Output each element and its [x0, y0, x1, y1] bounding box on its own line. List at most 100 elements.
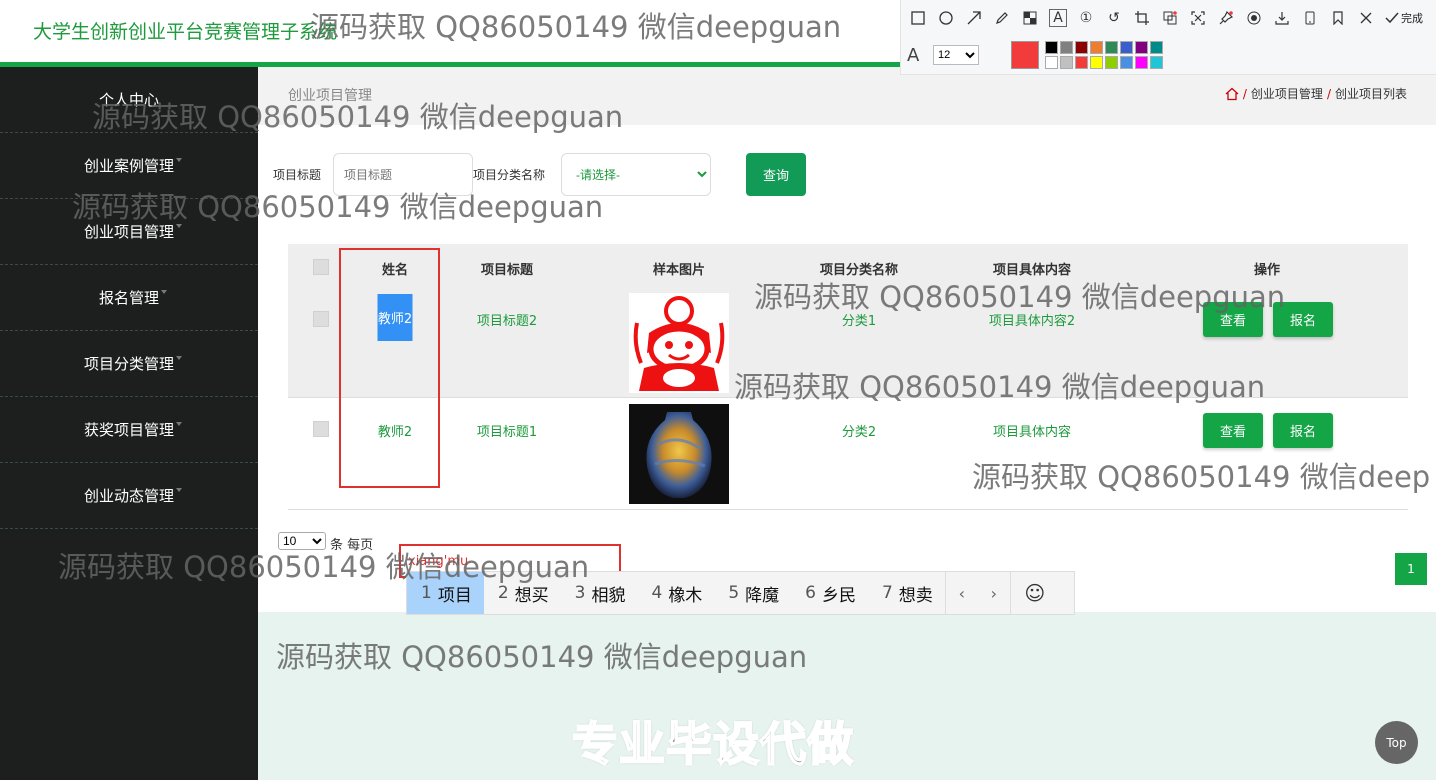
done-button[interactable]: 完成	[1385, 10, 1423, 26]
watermark-text: 源码获取 QQ86050149 微信deepguan	[58, 550, 590, 584]
download-icon[interactable]	[1273, 9, 1291, 27]
color-swatch[interactable]	[1060, 56, 1073, 69]
ime-candidate[interactable]: 6 乡民	[791, 572, 868, 614]
watermark-text: 源码获取 QQ86050149 微信deep	[972, 460, 1431, 494]
breadcrumb-item[interactable]: 创业项目管理	[1251, 85, 1323, 102]
text-tool-icon[interactable]: A	[1049, 9, 1067, 27]
row-checkbox[interactable]	[313, 311, 329, 327]
column-header: 项目标题	[480, 263, 534, 278]
crop-tool-icon[interactable]	[1133, 9, 1151, 27]
font-icon: A	[907, 44, 920, 66]
breadcrumb: / 创业项目管理 / 创业项目列表	[1225, 85, 1407, 102]
number-marker-tool-icon[interactable]: ①	[1077, 9, 1095, 27]
toolbar-tools: A ① ↺ 完成	[909, 9, 1423, 27]
ocr-tool-icon[interactable]	[1161, 9, 1179, 27]
cell-title: 项目标题2	[476, 314, 538, 329]
color-swatch[interactable]	[1150, 56, 1163, 69]
candidate-number: 6	[805, 583, 816, 603]
color-palette	[1045, 41, 1163, 69]
sidebar-item-category-management[interactable]: 项目分类管理	[0, 331, 258, 397]
bookmark-icon[interactable]	[1329, 9, 1347, 27]
color-swatch[interactable]	[1105, 41, 1118, 54]
page-number-button[interactable]: 1	[1395, 553, 1427, 585]
watermark-text: 源码获取 QQ86050149 微信deepguan	[92, 100, 624, 134]
annotation-rectangle[interactable]	[339, 248, 440, 488]
scan-tool-icon[interactable]	[1189, 9, 1207, 27]
candidate-number: 4	[651, 583, 663, 603]
close-icon[interactable]	[1357, 9, 1375, 27]
caret-down-icon	[176, 422, 182, 426]
candidate-text: 相貌	[591, 585, 626, 606]
search-category-label: 项目分类名称	[473, 168, 546, 182]
back-to-top-button[interactable]: Top	[1375, 721, 1418, 764]
color-swatch[interactable]	[1135, 41, 1148, 54]
column-header: 样本图片	[652, 263, 706, 278]
ime-candidate[interactable]: 7 想卖	[868, 572, 945, 614]
query-button[interactable]: 查询	[746, 153, 806, 196]
ime-candidate[interactable]: 4 橡木	[637, 572, 714, 614]
candidate-number: 2	[497, 583, 509, 603]
sidebar-item-signup-management[interactable]: 报名管理	[0, 265, 258, 331]
breadcrumb-separator: /	[1326, 86, 1331, 101]
undo-icon[interactable]: ↺	[1105, 9, 1123, 27]
row-checkbox[interactable]	[313, 421, 329, 437]
sidebar-item-label: 报名管理	[98, 289, 159, 307]
rectangle-tool-icon[interactable]	[909, 9, 927, 27]
ime-candidate[interactable]: 5 降魔	[714, 572, 791, 614]
watermark-text: 源码获取 QQ86050149 微信deepguan	[276, 640, 808, 674]
candidate-number: 1	[421, 583, 432, 603]
font-size-select[interactable]: 12	[933, 45, 979, 65]
check-icon	[1385, 12, 1399, 24]
candidate-text: 乡民	[821, 585, 856, 606]
phone-send-icon[interactable]	[1301, 9, 1319, 27]
main-content: 创业项目管理 / 创业项目管理 / 创业项目列表 项目标题 项目分类名称 -请选…	[258, 67, 1436, 612]
ellipse-tool-icon[interactable]	[937, 9, 955, 27]
sidebar-item-label: 创业案例管理	[83, 157, 174, 175]
color-swatch[interactable]	[1075, 56, 1088, 69]
ime-emoji-icon[interactable]: ☺	[1011, 572, 1059, 614]
color-swatch[interactable]	[1060, 41, 1073, 54]
app-title: 大学生创新创业平台竞赛管理子系统	[33, 21, 338, 43]
color-swatch[interactable]	[1045, 41, 1058, 54]
arrow-tool-icon[interactable]	[965, 9, 983, 27]
signup-button[interactable]: 报名	[1273, 413, 1333, 448]
mosaic-tool-icon[interactable]	[1021, 9, 1039, 27]
watermark-text: 源码获取 QQ86050149 微信deepguan	[72, 190, 604, 224]
select-all-checkbox[interactable]	[313, 259, 329, 275]
color-swatch[interactable]	[1075, 41, 1088, 54]
color-swatch[interactable]	[1045, 56, 1058, 69]
sidebar-item-award-management[interactable]: 获奖项目管理	[0, 397, 258, 463]
sidebar-item-news-management[interactable]: 创业动态管理	[0, 463, 258, 529]
annotation-toolbar: A ① ↺ 完成 A 12	[900, 0, 1436, 75]
color-swatch[interactable]	[1120, 56, 1133, 69]
pen-tool-icon[interactable]	[993, 9, 1011, 27]
pin-tool-icon[interactable]	[1217, 9, 1235, 27]
done-label: 完成	[1401, 12, 1423, 25]
breadcrumb-separator: /	[1242, 86, 1247, 101]
color-swatch[interactable]	[1105, 56, 1118, 69]
color-swatch[interactable]	[1135, 56, 1148, 69]
color-swatch[interactable]	[1150, 41, 1163, 54]
color-swatch[interactable]	[1120, 41, 1133, 54]
sidebar-item-label: 项目分类管理	[83, 355, 174, 373]
home-icon[interactable]	[1225, 87, 1239, 101]
sidebar: 个人中心 创业案例管理 创业项目管理 报名管理 项目分类管理 获奖项目管理 创业…	[0, 67, 258, 780]
caret-down-icon	[176, 158, 182, 162]
promo-banner-text: 专业毕设代做	[571, 716, 854, 772]
current-color-swatch[interactable]	[1011, 41, 1039, 69]
record-tool-icon[interactable]	[1245, 9, 1263, 27]
ime-prev-page-icon[interactable]: ‹	[946, 572, 978, 614]
ime-next-page-icon[interactable]: ›	[978, 572, 1010, 614]
watermark-text: 源码获取 QQ86050149 微信deepguan	[734, 370, 1266, 404]
cell-category: 分类2	[841, 425, 877, 440]
candidate-text: 想卖	[898, 585, 933, 606]
candidate-number: 5	[728, 583, 740, 603]
view-button[interactable]: 查看	[1203, 413, 1263, 448]
color-swatch[interactable]	[1090, 56, 1103, 69]
candidate-text: 降魔	[745, 585, 780, 606]
candidate-number: 3	[574, 583, 586, 603]
color-swatch[interactable]	[1090, 41, 1103, 54]
red-papercut-image	[629, 293, 729, 393]
watermark-text: 源码获取 QQ86050149 微信deepguan	[754, 280, 1286, 314]
search-title-label: 项目标题	[273, 168, 322, 182]
